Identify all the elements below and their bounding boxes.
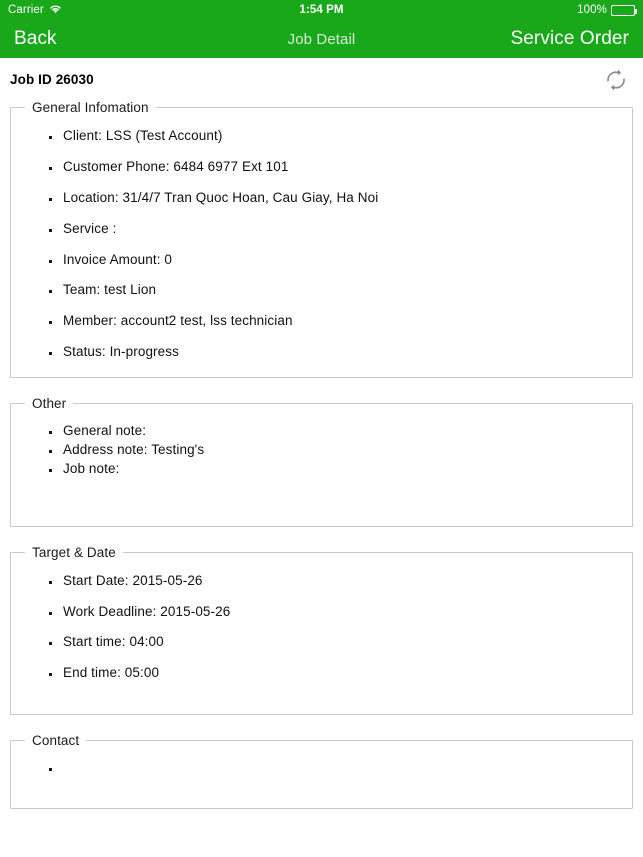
section-body-contact [11,748,632,808]
list-item: Team: test Lion [47,282,632,299]
battery-percent-label: 100% [577,4,607,16]
section-body-other: General note: Address note: Testing's Jo… [11,411,632,526]
section-body-target-and-date: Start Date: 2015-05-26 Work Deadline: 20… [11,560,632,715]
list-item: Service : [47,221,632,238]
section-general-information: General Infomation Client: LSS (Test Acc… [10,100,633,378]
list-item: Job note: [47,461,632,478]
other-list: General note: Address note: Testing's Jo… [47,423,632,478]
list-item: General note: [47,423,632,440]
page-header: Job ID 26030 [0,58,643,100]
navigation-bar: Back Job Detail Service Order [0,20,643,58]
list-item: End time: 05:00 [47,665,632,682]
status-bar-clock: 1:54 PM [299,4,344,16]
status-bar: Carrier 1:54 PM 100% [0,0,643,20]
list-item: Client: LSS (Test Account) [47,128,632,145]
section-contact: Contact [10,733,633,810]
job-id-label: Job ID 26030 [10,71,94,87]
list-item: Customer Phone: 6484 6977 Ext 101 [47,159,632,176]
job-detail-content: General Infomation Client: LSS (Test Acc… [0,100,643,810]
list-item: Work Deadline: 2015-05-26 [47,604,632,621]
general-information-list: Client: LSS (Test Account) Customer Phon… [47,128,632,361]
list-item: Address note: Testing's [47,442,632,459]
section-legend-contact: Contact [32,733,80,749]
service-order-button[interactable]: Service Order [510,28,629,50]
section-target-and-date: Target & Date Start Date: 2015-05-26 Wor… [10,544,633,716]
job-detail-screen: Carrier 1:54 PM 100% Back Job Detail Ser… [0,0,643,857]
status-bar-right: 100% [577,4,637,16]
section-other: Other General note: Address note: Testin… [10,396,633,527]
list-item [47,760,632,774]
list-item: Member: account2 test, lss technician [47,313,632,330]
contact-list [47,760,632,774]
section-legend-general-information: General Infomation [32,100,149,115]
section-body-general-information: Client: LSS (Test Account) Customer Phon… [11,115,632,377]
list-item: Status: In-progress [47,344,632,361]
target-and-date-list: Start Date: 2015-05-26 Work Deadline: 20… [47,573,632,683]
list-item: Start Date: 2015-05-26 [47,573,632,590]
section-legend-target-and-date: Target & Date [32,544,116,560]
battery-cap [635,8,637,14]
battery-full-icon [611,4,637,16]
refresh-icon[interactable] [603,67,629,93]
list-item: Start time: 04:00 [47,634,632,651]
list-item: Location: 31/4/7 Tran Quoc Hoan, Cau Gia… [47,190,632,207]
list-item: Invoice Amount: 0 [47,252,632,269]
section-legend-other: Other [32,396,67,411]
